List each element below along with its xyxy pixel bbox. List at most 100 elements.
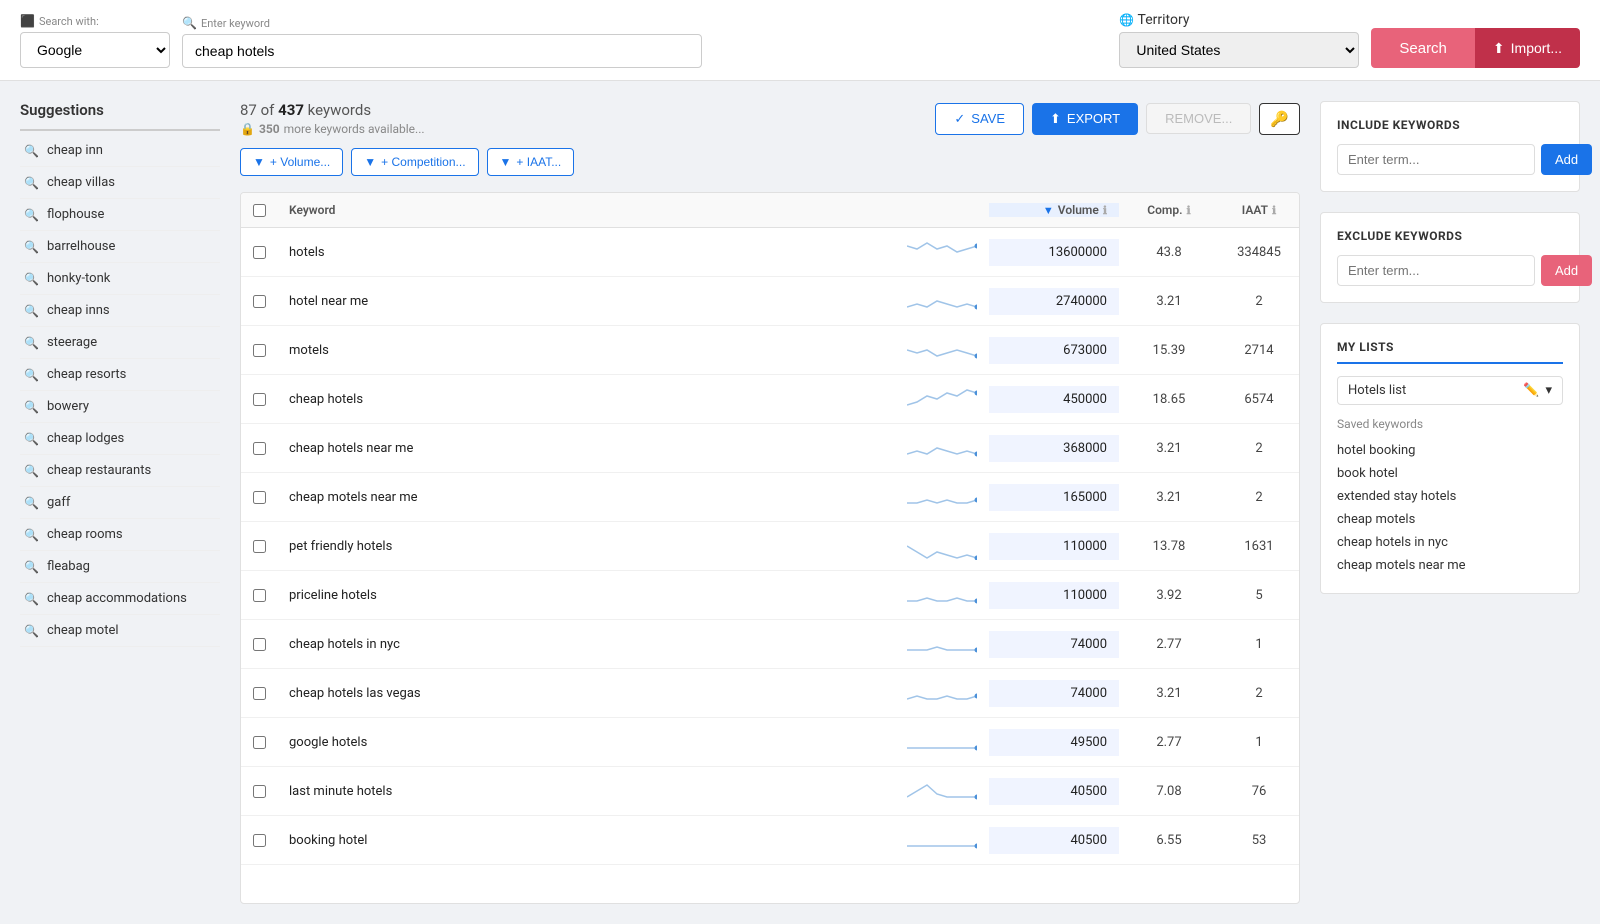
- table-row[interactable]: google hotels 49500 2.77 1: [241, 718, 1299, 767]
- exclude-keywords-input[interactable]: [1337, 255, 1535, 286]
- suggestion-item[interactable]: 🔍fleabag: [20, 551, 220, 583]
- row-checkbox-cell[interactable]: [241, 632, 277, 657]
- keyword-cell: priceline hotels: [277, 575, 989, 615]
- save-button[interactable]: ✓ SAVE: [935, 103, 1024, 135]
- row-checkbox[interactable]: [253, 393, 266, 406]
- row-checkbox-cell[interactable]: [241, 289, 277, 314]
- include-add-button[interactable]: Add: [1541, 144, 1592, 175]
- search-icon: 🔍: [24, 560, 39, 574]
- suggestion-item[interactable]: 🔍cheap restaurants: [20, 455, 220, 487]
- suggestion-item[interactable]: 🔍cheap inn: [20, 135, 220, 167]
- row-checkbox-cell[interactable]: [241, 387, 277, 412]
- row-checkbox[interactable]: [253, 785, 266, 798]
- table-row[interactable]: last minute hotels 40500 7.08 76: [241, 767, 1299, 816]
- row-checkbox[interactable]: [253, 736, 266, 749]
- row-checkbox-cell[interactable]: [241, 436, 277, 461]
- suggestion-item[interactable]: 🔍flophouse: [20, 199, 220, 231]
- row-checkbox[interactable]: [253, 295, 266, 308]
- iaat-info-icon[interactable]: ℹ: [1272, 204, 1276, 217]
- filter-icon-3: ▼: [500, 155, 512, 169]
- upload-icon: ⬆: [1493, 40, 1505, 57]
- table-row[interactable]: cheap hotels near me 368000 3.21 2: [241, 424, 1299, 473]
- exclude-add-button[interactable]: Add: [1541, 255, 1592, 286]
- row-checkbox[interactable]: [253, 442, 266, 455]
- table-row[interactable]: priceline hotels 110000 3.92 5: [241, 571, 1299, 620]
- comp-info-icon[interactable]: ℹ: [1187, 204, 1191, 217]
- territory-label: 🌐 Territory: [1119, 12, 1359, 28]
- competition-filter-button[interactable]: ▼ + Competition...: [351, 148, 478, 176]
- suggestion-item[interactable]: 🔍honky-tonk: [20, 263, 220, 295]
- iaat-cell: 2: [1219, 680, 1299, 707]
- suggestion-item[interactable]: 🔍cheap inns: [20, 295, 220, 327]
- row-checkbox-cell[interactable]: [241, 534, 277, 559]
- suggestion-item[interactable]: 🔍bowery: [20, 391, 220, 423]
- row-checkbox[interactable]: [253, 687, 266, 700]
- suggestion-item[interactable]: 🔍cheap resorts: [20, 359, 220, 391]
- keyword-group: 🔍 Enter keyword: [182, 16, 1107, 68]
- volume-info-icon[interactable]: ℹ: [1103, 204, 1107, 217]
- key-button[interactable]: 🔑: [1259, 103, 1300, 135]
- territory-select[interactable]: United States: [1119, 32, 1359, 68]
- table-row[interactable]: hotel near me 2740000 3.21 2: [241, 277, 1299, 326]
- table-row[interactable]: cheap hotels las vegas 74000 3.21 2: [241, 669, 1299, 718]
- exclude-keywords-section: EXCLUDE KEYWORDS Add: [1320, 212, 1580, 303]
- table-row[interactable]: cheap hotels in nyc 74000 2.77 1: [241, 620, 1299, 669]
- table-body: hotels 13600000 43.8 334845 hotel near m…: [241, 228, 1299, 865]
- search-with-label: ⬛ Search with:: [20, 14, 170, 28]
- volume-cell: 40500: [989, 778, 1119, 805]
- table-row[interactable]: cheap hotels 450000 18.65 6574: [241, 375, 1299, 424]
- table-row[interactable]: motels 673000 15.39 2714: [241, 326, 1299, 375]
- volume-cell: 368000: [989, 435, 1119, 462]
- select-all-checkbox[interactable]: [253, 204, 266, 217]
- include-keywords-input[interactable]: [1337, 144, 1535, 175]
- suggestion-item[interactable]: 🔍barrelhouse: [20, 231, 220, 263]
- table-row[interactable]: hotels 13600000 43.8 334845: [241, 228, 1299, 277]
- row-checkbox-cell[interactable]: [241, 730, 277, 755]
- volume-column-header[interactable]: ▼ Volume ℹ: [989, 203, 1119, 217]
- iaat-cell: 1: [1219, 631, 1299, 658]
- volume-filter-button[interactable]: ▼ + Volume...: [240, 148, 343, 176]
- search-button[interactable]: Search: [1371, 28, 1475, 68]
- include-keywords-section: INCLUDE KEYWORDS Add: [1320, 101, 1580, 192]
- table-row[interactable]: pet friendly hotels 110000 13.78 1631: [241, 522, 1299, 571]
- row-checkbox-cell[interactable]: [241, 583, 277, 608]
- keyword-input[interactable]: [182, 34, 702, 68]
- row-checkbox[interactable]: [253, 540, 266, 553]
- select-all-header[interactable]: [241, 203, 277, 217]
- row-checkbox[interactable]: [253, 246, 266, 259]
- row-checkbox[interactable]: [253, 589, 266, 602]
- export-button[interactable]: ⬆ EXPORT: [1032, 103, 1138, 135]
- suggestion-item[interactable]: 🔍gaff: [20, 487, 220, 519]
- row-checkbox-cell[interactable]: [241, 779, 277, 804]
- row-checkbox-cell[interactable]: [241, 681, 277, 706]
- row-checkbox-cell[interactable]: [241, 828, 277, 853]
- suggestion-item[interactable]: 🔍cheap motel: [20, 615, 220, 647]
- row-checkbox-cell[interactable]: [241, 240, 277, 265]
- chevron-down-icon[interactable]: ▾: [1545, 383, 1552, 398]
- table-row[interactable]: booking hotel 40500 6.55 53: [241, 816, 1299, 865]
- iaat-cell: 5: [1219, 582, 1299, 609]
- keyword-cell: cheap hotels las vegas: [277, 673, 989, 713]
- row-checkbox-cell[interactable]: [241, 485, 277, 510]
- list-selector[interactable]: Hotels list ✏️ ▾: [1337, 376, 1563, 405]
- suggestion-item[interactable]: 🔍cheap lodges: [20, 423, 220, 455]
- my-lists-section: MY LISTS Hotels list ✏️ ▾ Saved keywords…: [1320, 323, 1580, 594]
- suggestion-item[interactable]: 🔍cheap rooms: [20, 519, 220, 551]
- suggestion-item[interactable]: 🔍cheap accommodations: [20, 583, 220, 615]
- volume-cell: 40500: [989, 827, 1119, 854]
- import-button[interactable]: ⬆ Import...: [1475, 28, 1580, 68]
- list-selector-actions: ✏️ ▾: [1523, 383, 1552, 398]
- search-engine-select[interactable]: Google: [20, 32, 170, 68]
- iaat-filter-button[interactable]: ▼ + IAAT...: [487, 148, 575, 176]
- suggestion-item[interactable]: 🔍steerage: [20, 327, 220, 359]
- row-checkbox[interactable]: [253, 491, 266, 504]
- exclude-input-row: Add: [1337, 255, 1563, 286]
- edit-list-icon[interactable]: ✏️: [1523, 383, 1539, 398]
- table-row[interactable]: cheap motels near me 165000 3.21 2: [241, 473, 1299, 522]
- suggestion-item[interactable]: 🔍cheap villas: [20, 167, 220, 199]
- row-checkbox-cell[interactable]: [241, 338, 277, 363]
- row-checkbox[interactable]: [253, 638, 266, 651]
- row-checkbox[interactable]: [253, 344, 266, 357]
- row-checkbox[interactable]: [253, 834, 266, 847]
- remove-button[interactable]: REMOVE...: [1146, 103, 1251, 134]
